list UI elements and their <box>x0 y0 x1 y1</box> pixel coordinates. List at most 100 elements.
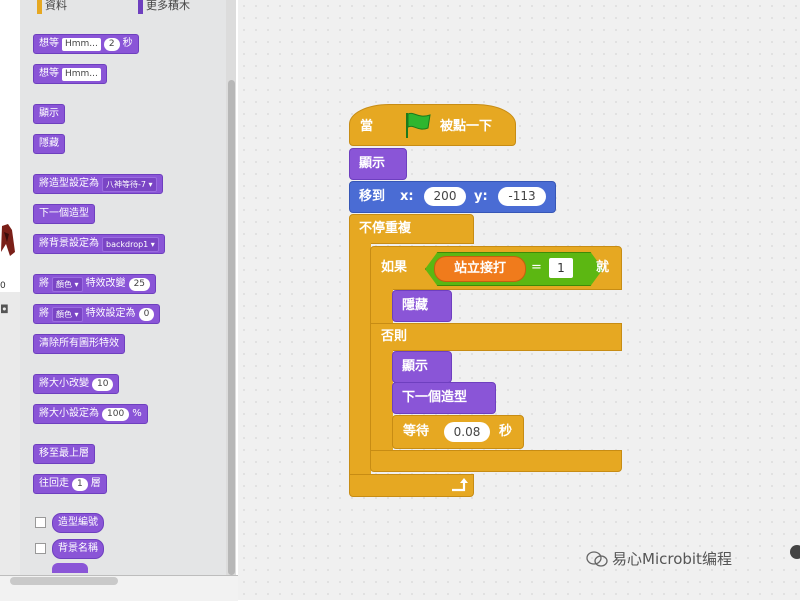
x-label: x: <box>400 189 414 204</box>
block-label: 顯示 <box>359 156 386 171</box>
show-block[interactable]: 顯示 <box>349 148 407 180</box>
palette-block-switch-costume[interactable]: 將造型設定為 八神等待-7 ▾ <box>33 174 163 194</box>
show-block[interactable]: 顯示 <box>392 351 452 383</box>
forever-block-footer[interactable] <box>349 474 474 497</box>
x-input[interactable]: 200 <box>424 187 466 206</box>
when-flag-clicked-block[interactable]: 當 被點一下 <box>349 104 516 146</box>
category-more-blocks[interactable]: 更多積木 <box>138 0 190 14</box>
effect-amount-input[interactable]: 25 <box>128 277 151 291</box>
equals-sign: = <box>531 260 542 275</box>
palette-block-show[interactable]: 顯示 <box>33 104 65 124</box>
size-change-input[interactable]: 10 <box>92 377 114 391</box>
block-label: 顯示 <box>39 108 59 119</box>
block-label: 顯示 <box>402 359 429 374</box>
if-else-block[interactable]: 如果 站立接打 = 1 就 <box>370 246 622 290</box>
compare-value-input[interactable]: 1 <box>549 258 573 278</box>
block-label: 特效設定為 <box>85 308 136 319</box>
script-area[interactable] <box>238 0 800 600</box>
palette-block-think[interactable]: 想等 Hmm... <box>33 64 107 84</box>
hat-label-clicked: 被點一下 <box>440 119 493 134</box>
block-label: 想等 <box>39 38 59 49</box>
palette-reporter-backdrop-name[interactable]: 背景名稱 <box>52 539 104 559</box>
reporter-label: 站立接打 <box>453 261 506 276</box>
category-data[interactable]: 資料 <box>37 0 67 14</box>
backdrop-name-checkbox[interactable] <box>35 543 46 554</box>
block-label: 造型編號 <box>58 517 98 528</box>
palette-block-go-back-layers[interactable]: 往回走 1 層 <box>33 474 107 494</box>
think-text-input[interactable]: Hmm... <box>62 67 101 81</box>
block-label: 隱藏 <box>39 138 59 149</box>
palette-block-switch-backdrop[interactable]: 將背景設定為 backdrop1 ▾ <box>33 234 165 254</box>
block-label: 將背景設定為 <box>39 238 99 249</box>
block-label: 將造型設定為 <box>39 178 99 189</box>
horizontal-scrollbar[interactable] <box>10 577 118 585</box>
block-label: 想等 <box>39 68 59 79</box>
effect-value-input[interactable]: 0 <box>138 307 155 321</box>
palette-block-set-effect[interactable]: 將 顏色 ▾ 特效設定為 0 <box>33 304 161 324</box>
else-section: 否則 <box>370 323 622 351</box>
category-color-swatch <box>37 0 42 14</box>
palette-block-set-size[interactable]: 將大小設定為 100 % <box>33 404 148 424</box>
block-label: 隱藏 <box>402 298 429 313</box>
category-data-label: 資料 <box>45 0 67 12</box>
palette-block-change-effect[interactable]: 將 顏色 ▾ 特效改變 25 <box>33 274 157 294</box>
hat-label-when: 當 <box>360 119 374 134</box>
costume-dropdown[interactable]: 八神等待-7 ▾ <box>102 176 157 192</box>
think-secs-input[interactable]: 2 <box>103 37 120 51</box>
y-label: y: <box>474 189 488 204</box>
wait-seconds-input[interactable]: 0.08 <box>444 422 490 442</box>
palette-reporter-partial[interactable] <box>52 563 88 573</box>
dropdown-value: 八神等待-7 <box>106 179 146 189</box>
block-label: 將大小改變 <box>39 378 89 389</box>
block-label: 往回走 <box>39 478 69 489</box>
stage-coordinate-readout: 0 <box>0 281 6 291</box>
forever-block-arm <box>349 241 371 476</box>
sensing-reporter[interactable]: 站立接打 <box>434 256 526 282</box>
palette-block-go-to-front[interactable]: 移至最上層 <box>33 444 95 464</box>
watermark-text: 易心Microbit编程 <box>612 550 732 568</box>
palette-reporter-costume-number[interactable]: 造型編號 <box>52 513 104 533</box>
zoom-button[interactable] <box>790 545 800 559</box>
palette-block-think-for-secs[interactable]: 想等 Hmm... 2 秒 <box>33 34 139 54</box>
next-costume-block[interactable]: 下一個造型 <box>392 382 496 414</box>
block-label: 等待 <box>403 424 430 439</box>
block-label: 如果 <box>381 260 408 275</box>
forever-block[interactable]: 不停重複 <box>349 214 474 244</box>
block-label: 層 <box>90 478 101 489</box>
size-value-input[interactable]: 100 <box>102 407 130 421</box>
wait-block[interactable]: 等待 0.08 秒 <box>392 415 524 449</box>
costume-number-checkbox[interactable] <box>35 517 46 528</box>
block-label: % <box>132 408 142 419</box>
else-arm <box>370 348 393 452</box>
block-label: 背景名稱 <box>58 543 98 554</box>
if-else-footer <box>370 450 622 472</box>
block-label: 下一個造型 <box>39 208 89 219</box>
palette-block-hide[interactable]: 隱藏 <box>33 134 65 154</box>
y-input[interactable]: -113 <box>498 187 546 206</box>
palette-block-next-costume[interactable]: 下一個造型 <box>33 204 95 224</box>
palette-block-clear-effects[interactable]: 清除所有圖形特效 <box>33 334 125 354</box>
stage-sprite[interactable] <box>0 222 16 258</box>
palette-scrollbar-thumb[interactable] <box>228 80 235 575</box>
block-label: 下一個造型 <box>402 390 468 405</box>
hide-block[interactable]: 隱藏 <box>392 290 452 322</box>
block-label: 移到 <box>359 189 386 204</box>
effect-dropdown[interactable]: 顏色 ▾ <box>52 276 83 292</box>
effect-dropdown[interactable]: 顏色 ▾ <box>52 306 83 322</box>
loop-arrow-icon <box>452 478 468 492</box>
palette-block-change-size[interactable]: 將大小改變 10 <box>33 374 120 394</box>
dropdown-value: 顏色 <box>56 279 72 289</box>
block-label: 不停重複 <box>359 221 412 236</box>
block-label: 秒 <box>122 38 133 49</box>
block-label: 秒 <box>499 424 513 439</box>
think-text-input[interactable]: Hmm... <box>62 37 101 51</box>
go-to-xy-block[interactable]: 移到 x: 200 y: -113 <box>349 181 556 213</box>
category-color-swatch <box>138 0 143 14</box>
backdrop-dropdown[interactable]: backdrop1 ▾ <box>102 236 159 252</box>
dropdown-value: backdrop1 <box>106 239 149 249</box>
block-label: 將 <box>39 278 49 289</box>
camera-icon[interactable]: ◘ <box>0 304 12 315</box>
layers-input[interactable]: 1 <box>72 477 88 491</box>
green-flag-icon <box>406 112 431 138</box>
sprite-list-panel <box>0 292 20 600</box>
